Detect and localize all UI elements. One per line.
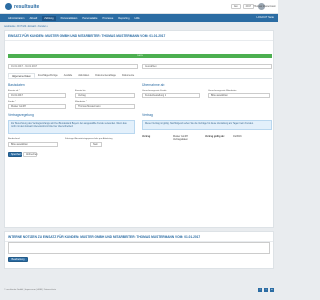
nav-aktuell[interactable]: Aktuell xyxy=(29,17,37,20)
tab-aktivitaeten[interactable]: Aktivitäten xyxy=(75,73,92,78)
verrechnung-kunde-label: Verrechnungssatz Kunde xyxy=(142,90,167,92)
pauschale-label: Fahrtage-/Auswärtstagepauschale pro Arbe… xyxy=(65,138,113,140)
year-select[interactable]: 2017 xyxy=(242,4,254,9)
nav-logout[interactable]: LOGOUT Suite xyxy=(256,16,274,19)
vertragsregelung-alert: Zur Berechnung des Vertragsumfangs wird … xyxy=(8,120,135,134)
logo-text: resultsuite xyxy=(14,3,40,10)
breadcrumb[interactable]: resultsuite • Ihr Profil • Einsatz • Kun… xyxy=(4,25,48,28)
tab-allgemeine-daten[interactable]: Allgemeine Daten xyxy=(8,73,35,78)
vertrag-row-label: Vertrag xyxy=(142,135,151,138)
facebook-icon[interactable]: f xyxy=(258,288,262,292)
tab-ausfalle[interactable]: Ausfalle xyxy=(61,73,76,78)
bundesland-label: Bundesland xyxy=(8,138,20,140)
save-button[interactable]: Speichern xyxy=(8,152,22,157)
tab-zuschlaege[interactable]: Zuschläge/Abzüge xyxy=(35,73,61,78)
select-dropdown[interactable]: Auswählen xyxy=(142,64,272,69)
einsatz-ab-input[interactable]: 01.01.2017 xyxy=(8,93,66,98)
einsatz-ab-label: Einsatz ab * xyxy=(8,90,20,92)
tab-dokumentenablage[interactable]: Dokumentenablage xyxy=(92,73,119,78)
cancel-button[interactable]: Abbrechen xyxy=(23,152,38,157)
uebernahme-title: Übernahme ab xyxy=(142,83,165,87)
nav-hilfe[interactable]: Hilfe xyxy=(135,17,140,20)
tab-dokumente[interactable]: Dokumente xyxy=(119,73,137,78)
progress-fill: 100% xyxy=(8,54,272,58)
verrechnung-kunde-select[interactable]: Kundenbestellung 1 xyxy=(142,93,200,98)
einsatz-bis-input[interactable]: Vertrag xyxy=(75,93,135,98)
vertrag-gueltig-label: Vertrag gültig ab: xyxy=(205,135,225,138)
progress-bar: 100% xyxy=(8,54,272,58)
edit-notes-button[interactable]: Bearbeitung xyxy=(8,257,28,262)
user-name[interactable]: Thomas Mustermann xyxy=(253,5,276,8)
panel-title: EINSATZ FÜR KUNDEN: MUSTER GMBH UND MITA… xyxy=(5,31,273,41)
nav-reporting[interactable]: Reporting xyxy=(118,17,129,20)
mitarbeiter-select[interactable]: Thomas Mustermann xyxy=(75,104,135,109)
einsatz-panel: EINSATZ FÜR KUNDEN: MUSTER GMBH UND MITA… xyxy=(4,30,274,228)
notes-title: INTERNE NOTIZEN ZU EINSATZ FÜR KUNDEN: M… xyxy=(5,232,273,242)
nav-personalakte[interactable]: Personalakte xyxy=(82,17,97,20)
vertrag-alert: Dieser Vertrag ist gültig. Nachfolgend s… xyxy=(142,120,272,130)
top-bar: resultsuite Jan 2017 Thomas Mustermann xyxy=(0,0,278,14)
basisdaten-title: Basisdaten xyxy=(8,83,25,87)
month-select[interactable]: Jan xyxy=(230,4,241,9)
period-dropdown[interactable]: 01.01.2017 - 31.01.2017 xyxy=(8,64,138,69)
footer-text: © resultsuite GmbH | Impressum | AGB | D… xyxy=(4,289,56,291)
nav-zahlung[interactable]: Zahlung xyxy=(42,15,56,21)
kunde-select[interactable]: Muster GmbH xyxy=(8,104,66,109)
nav-personaldaten[interactable]: Personaldaten xyxy=(61,17,78,20)
einsatz-bis-label: Einsatz bis xyxy=(75,90,86,92)
verrechnung-ma-label: Verrechnungssatz Mitarbeiter xyxy=(208,90,237,92)
twitter-icon[interactable]: t xyxy=(264,288,268,292)
vertrag-gueltig-value: 01/2016 xyxy=(233,135,242,138)
vertragsregelung-title: Vertragsregelung xyxy=(8,113,34,117)
linkedin-icon[interactable]: in xyxy=(270,288,274,292)
notes-panel: INTERNE NOTIZEN ZU EINSATZ FÜR KUNDEN: M… xyxy=(4,231,274,269)
mitarbeiter-label: Mitarbeiter * xyxy=(75,101,87,103)
notes-textarea[interactable] xyxy=(8,242,270,254)
nav-administration[interactable]: Administration xyxy=(8,17,24,20)
bundesland-select[interactable]: Bitte auswählen xyxy=(8,142,58,147)
vertrag-row-name[interactable]: Muster GmbH Vertragsdaten xyxy=(173,135,203,141)
main-nav: Administration Aktuell Zahlung Personald… xyxy=(0,14,278,22)
logo[interactable]: resultsuite xyxy=(5,3,39,10)
tabs: Allgemeine Daten Zuschläge/Abzüge Ausfal… xyxy=(8,73,272,79)
logo-icon xyxy=(5,3,12,10)
verrechnung-ma-select[interactable]: Bitte auswählen xyxy=(208,93,270,98)
vertrag-title: Vertrag xyxy=(142,113,153,117)
pauschale-select[interactable]: Nein xyxy=(90,142,102,147)
nav-prozesse[interactable]: Prozesse xyxy=(102,17,113,20)
kunde-label: Kunde * xyxy=(8,101,16,103)
